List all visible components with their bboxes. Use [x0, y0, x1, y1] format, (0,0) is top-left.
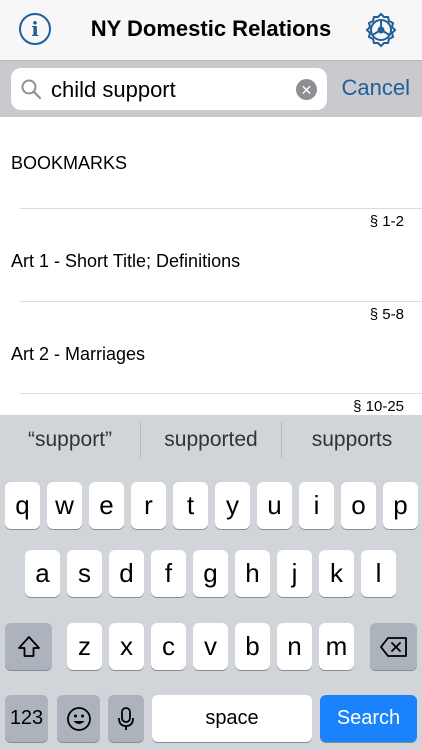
search-key[interactable]: Search — [320, 695, 417, 742]
row-section-range: § 1-2 — [369, 213, 404, 230]
key-u[interactable]: u — [257, 482, 292, 529]
key-s[interactable]: s — [67, 550, 102, 597]
shift-icon — [17, 635, 40, 657]
space-key[interactable]: space — [152, 695, 312, 742]
key-b[interactable]: b — [235, 623, 270, 670]
key-v[interactable]: v — [193, 623, 228, 670]
numbers-key[interactable]: 123 — [5, 695, 48, 742]
key-o[interactable]: o — [341, 482, 376, 529]
suggestion-item[interactable]: supported — [141, 415, 281, 465]
key-w[interactable]: w — [47, 482, 82, 529]
emoji-key[interactable] — [57, 695, 100, 742]
key-k[interactable]: k — [319, 550, 354, 597]
backspace-icon — [379, 636, 407, 657]
key-e[interactable]: e — [89, 482, 124, 529]
key-g[interactable]: g — [193, 550, 228, 597]
key-a[interactable]: a — [25, 550, 60, 597]
key-m[interactable]: m — [319, 623, 354, 670]
search-query-text: child support — [51, 77, 176, 102]
row-separator — [20, 301, 422, 302]
key-f[interactable]: f — [151, 550, 186, 597]
key-z[interactable]: z — [67, 623, 102, 670]
row-section-range: § 5-8 — [369, 306, 404, 323]
key-p[interactable]: p — [383, 482, 418, 529]
key-y[interactable]: y — [215, 482, 250, 529]
key-d[interactable]: d — [109, 550, 144, 597]
clear-search-button[interactable]: ✕ — [296, 79, 317, 100]
key-q[interactable]: q — [5, 482, 40, 529]
search-input[interactable]: child support ✕ — [11, 68, 327, 110]
key-c[interactable]: c — [151, 623, 186, 670]
suggestion-item[interactable]: “support” — [0, 415, 140, 465]
navigation-bar: i NY Domestic Relations — [0, 0, 422, 60]
search-bar: child support ✕ Cancel — [0, 60, 422, 117]
settings-button[interactable] — [362, 11, 400, 49]
keyboard: “support” supported supports q w e r t y… — [0, 415, 422, 750]
row-title: Art 1 - Short Title; Definitions — [11, 251, 241, 271]
key-n[interactable]: n — [277, 623, 312, 670]
row-title: Art 2 - Marriages — [11, 344, 146, 364]
emoji-icon — [66, 706, 91, 731]
key-l[interactable]: l — [361, 550, 396, 597]
key-r[interactable]: r — [131, 482, 166, 529]
row-section-range: § 10-25 — [353, 398, 404, 415]
dictation-key[interactable] — [108, 695, 144, 742]
page-title: NY Domestic Relations — [90, 16, 332, 41]
suggestion-item[interactable]: supports — [282, 415, 422, 465]
key-x[interactable]: x — [109, 623, 144, 670]
cancel-button[interactable]: Cancel — [342, 75, 410, 101]
close-icon: ✕ — [300, 81, 313, 98]
results-list: BOOKMARKS § 1-2 Art 1 - Short Title; Def… — [0, 117, 422, 415]
gear-icon — [365, 12, 397, 48]
key-i[interactable]: i — [299, 482, 334, 529]
row-separator — [20, 393, 422, 394]
row-separator — [20, 208, 422, 209]
key-h[interactable]: h — [235, 550, 270, 597]
delete-key[interactable] — [370, 623, 417, 670]
key-j[interactable]: j — [277, 550, 312, 597]
shift-key[interactable] — [5, 623, 52, 670]
section-header: BOOKMARKS — [11, 153, 128, 173]
key-t[interactable]: t — [173, 482, 208, 529]
microphone-icon — [118, 706, 134, 730]
search-icon — [21, 79, 42, 100]
suggestion-bar: “support” supported supports — [0, 415, 422, 465]
